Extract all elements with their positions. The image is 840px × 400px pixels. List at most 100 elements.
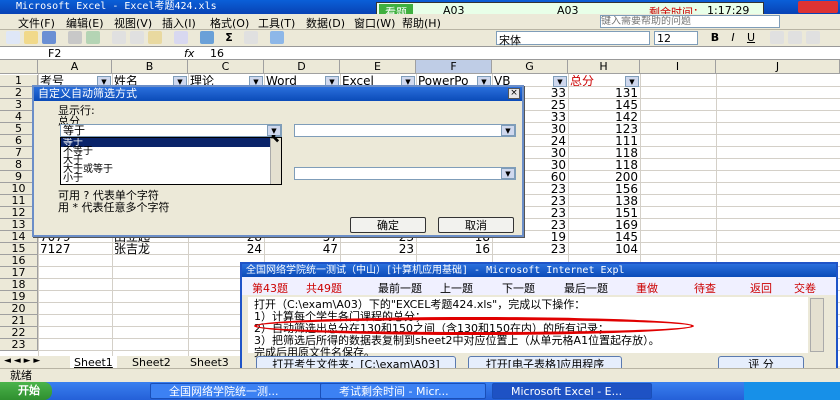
help-search-input[interactable]	[600, 15, 780, 28]
cut-icon[interactable]	[112, 31, 126, 44]
sort-icon[interactable]	[244, 31, 258, 44]
cell[interactable]: 151	[570, 207, 638, 219]
autofilter-arrow-icon[interactable]: ▼	[553, 76, 567, 87]
dropdown-option[interactable]: 大于或等于	[61, 165, 281, 175]
cell[interactable]: 47	[266, 243, 338, 255]
menu-file[interactable]: 文件(F)	[18, 15, 55, 31]
cell[interactable]: 16	[418, 243, 490, 255]
menu-help[interactable]: 帮助(H)	[402, 15, 441, 31]
col-header[interactable]: I	[640, 60, 716, 74]
cell[interactable]: 145	[570, 99, 638, 111]
cell[interactable]: 104	[570, 243, 638, 255]
back-button[interactable]: 返回	[750, 280, 772, 296]
autosum-icon[interactable]: Σ	[222, 31, 236, 44]
task-exam-window[interactable]: 全国网络学院统一测...	[150, 383, 328, 399]
task-excel-window[interactable]: Microsoft Excel - E...	[492, 383, 652, 399]
menu-tools[interactable]: 工具(T)	[258, 15, 295, 31]
cell[interactable]: 145	[570, 231, 638, 243]
open-icon[interactable]	[24, 31, 38, 44]
exam-window-title: 全国网络学院统一测试（中山）[计算机应用基础] - Microsoft Inte…	[242, 264, 836, 277]
cell[interactable]: 156	[570, 183, 638, 195]
new-icon[interactable]	[6, 31, 20, 44]
cell[interactable]: 23	[494, 243, 566, 255]
col-header[interactable]: A	[38, 60, 112, 74]
dropdown-option[interactable]: 等于	[61, 138, 281, 148]
row-header[interactable]: 23	[0, 339, 38, 351]
nav-last-button[interactable]: 最后一题	[564, 280, 608, 296]
undo-icon[interactable]	[174, 31, 188, 44]
select-all-corner[interactable]	[0, 60, 38, 74]
copy-icon[interactable]	[130, 31, 144, 44]
cell[interactable]: 131	[570, 87, 638, 99]
exam-browser-window: 全国网络学院统一测试（中山）[计算机应用基础] - Microsoft Inte…	[240, 262, 838, 374]
hyperlink-icon[interactable]	[200, 31, 214, 44]
value-select[interactable]: ▼	[294, 124, 516, 137]
col-header[interactable]: C	[188, 60, 264, 74]
formula-input[interactable]: 16	[210, 47, 224, 60]
start-button[interactable]: 开始	[0, 382, 52, 400]
col-header[interactable]: D	[264, 60, 340, 74]
submit-button[interactable]: 交卷	[794, 280, 816, 296]
question-scrollbar[interactable]	[810, 298, 824, 352]
condition-select[interactable]: 等于 ▼	[60, 124, 282, 137]
save-icon[interactable]	[42, 31, 56, 44]
cell[interactable]: 123	[570, 123, 638, 135]
window-title: Microsoft Excel - Excel考题424.xls	[16, 1, 217, 12]
value-select-2[interactable]: ▼	[294, 167, 516, 180]
print-icon[interactable]	[68, 31, 82, 44]
task-timer-window[interactable]: 考试剩余时间 - Micr...	[320, 383, 486, 399]
cell[interactable]: 7127	[40, 243, 110, 255]
align-left-icon[interactable]	[770, 31, 784, 44]
cell[interactable]: 张吉龙	[114, 243, 186, 255]
review-button[interactable]: 待查	[694, 280, 716, 296]
menu-view[interactable]: 视图(V)	[114, 15, 152, 31]
font-size-select[interactable]: 12	[654, 31, 698, 45]
cell[interactable]: 138	[570, 195, 638, 207]
menu-insert[interactable]: 插入(I)	[162, 15, 196, 31]
nav-prev-button[interactable]: 上一题	[440, 280, 473, 296]
cell[interactable]: 118	[570, 147, 638, 159]
cell[interactable]: 24	[190, 243, 262, 255]
menu-format[interactable]: 格式(O)	[210, 15, 249, 31]
name-box[interactable]: F2	[4, 47, 124, 60]
italic-icon[interactable]: I	[726, 31, 740, 44]
underline-icon[interactable]: U	[744, 31, 758, 44]
dropdown-option[interactable]: 不等于	[61, 147, 281, 157]
menu-window[interactable]: 窗口(W)	[354, 15, 395, 31]
tab-nav-icon[interactable]: ◄ ◄ ► ►	[4, 356, 40, 366]
autofilter-arrow-icon[interactable]: ▼	[625, 76, 639, 87]
ok-button[interactable]: 确定	[350, 217, 426, 233]
cell[interactable]: 23	[342, 243, 414, 255]
font-select[interactable]: 宋体	[496, 31, 650, 47]
cancel-button[interactable]: 取消	[438, 217, 514, 233]
window-controls[interactable]	[798, 1, 838, 13]
bold-icon[interactable]: B	[708, 31, 722, 44]
menu-data[interactable]: 数据(D)	[306, 15, 345, 31]
dialog-close-button[interactable]: ×	[508, 88, 520, 99]
menu-edit[interactable]: 编辑(E)	[66, 15, 104, 31]
paste-icon[interactable]	[148, 31, 162, 44]
cell[interactable]: 142	[570, 111, 638, 123]
cell[interactable]: 118	[570, 159, 638, 171]
redo-button[interactable]: 重做	[636, 280, 658, 296]
chevron-down-icon[interactable]: ▼	[501, 168, 515, 179]
cell[interactable]: 200	[570, 171, 638, 183]
align-right-icon[interactable]	[806, 31, 820, 44]
fx-icon[interactable]: fx	[184, 47, 194, 60]
cell[interactable]: 111	[570, 135, 638, 147]
col-header[interactable]: G	[492, 60, 568, 74]
col-header[interactable]: F	[416, 60, 492, 74]
col-header[interactable]: E	[340, 60, 416, 74]
col-header[interactable]: H	[568, 60, 640, 74]
nav-first-button[interactable]: 最前一题	[378, 280, 422, 296]
dropdown-option[interactable]: 小于	[61, 174, 281, 184]
align-center-icon[interactable]	[788, 31, 802, 44]
chevron-down-icon[interactable]: ▼	[501, 125, 515, 136]
exam-nav-bar: 第43题 共49题 最前一题 上一题 下一题 最后一题 重做 待查 返回 交卷	[242, 277, 836, 295]
chart-icon[interactable]	[270, 31, 284, 44]
col-header[interactable]: J	[716, 60, 840, 74]
cell[interactable]: 169	[570, 219, 638, 231]
nav-next-button[interactable]: 下一题	[502, 280, 535, 296]
col-header[interactable]: B	[112, 60, 188, 74]
preview-icon[interactable]	[86, 31, 100, 44]
